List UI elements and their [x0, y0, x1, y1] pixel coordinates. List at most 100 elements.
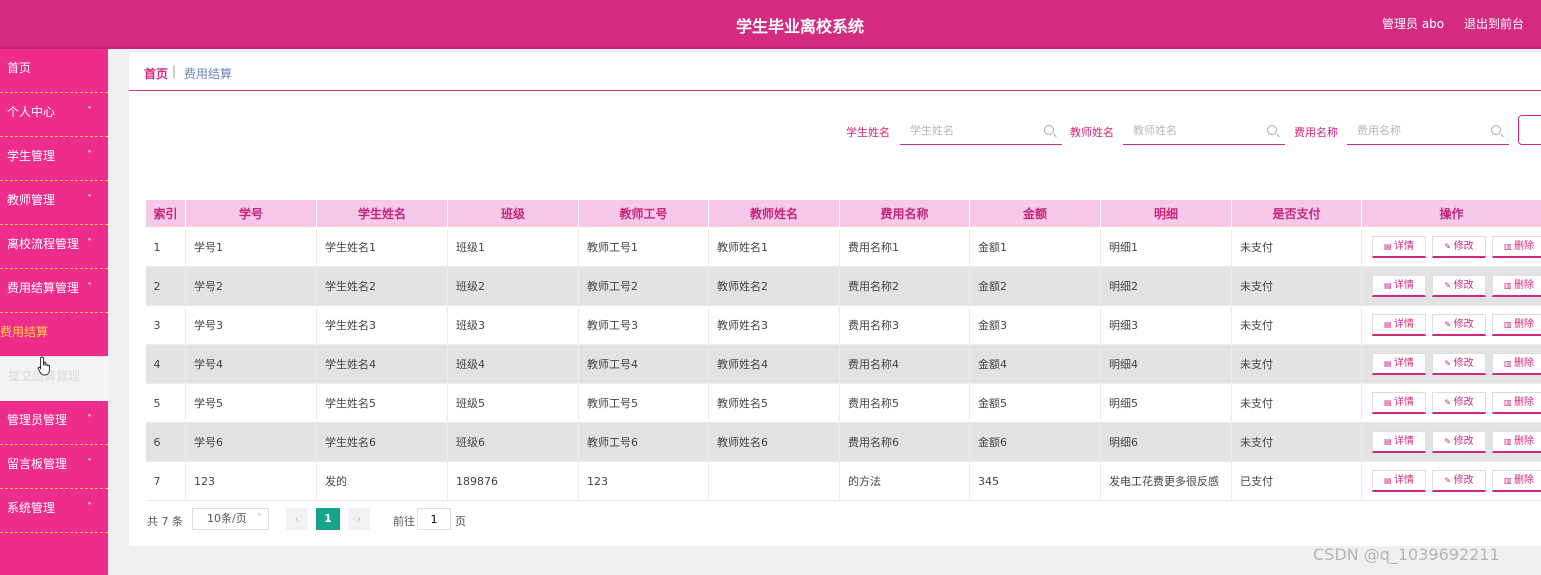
detail-button[interactable]: ▤ 详情 — [1372, 431, 1426, 453]
detail-icon: ▤ — [1383, 476, 1395, 485]
edit-button[interactable]: ✎ 修改 — [1432, 431, 1486, 453]
table-cell: 金额4 — [969, 344, 1101, 384]
edit-button[interactable]: ✎ 修改 — [1432, 314, 1486, 336]
detail-button-label: 详情 — [1394, 397, 1415, 408]
chevron-up-icon: ˄ — [87, 282, 92, 293]
delete-button[interactable]: ▥ 删除 — [1492, 314, 1541, 336]
chevron-down-icon: ˅ — [87, 502, 92, 513]
table-cell: 明细2 — [1100, 266, 1232, 306]
delete-button[interactable]: ▥ 删除 — [1492, 431, 1541, 453]
table-row: 6 学号6 学生姓名6 班级6 教师工号6 教师姓名6 费用名称6 金额6 明细6 未支付 ▤ 详情… — [145, 422, 1541, 462]
edit-button[interactable]: ✎ 修改 — [1432, 275, 1486, 297]
detail-icon: ▤ — [1383, 281, 1395, 290]
search-button[interactable] — [1518, 115, 1541, 145]
table-row: 7 123 发的 189876 123 的方法 345 发电工花费更多很反感 已支付 ▤ 详情 ✎ … — [145, 461, 1541, 501]
prev-page-button[interactable]: ‹ — [286, 508, 308, 530]
admin-user-label: 管理员 abo — [1382, 17, 1445, 31]
table-cell: 未支付 — [1231, 422, 1362, 462]
sidebar-item-personal-center[interactable]: 个人中心 ˅ — [0, 93, 108, 137]
table-cell: 3 — [145, 305, 186, 345]
column-header: 索引 — [145, 199, 186, 228]
detail-button-label: 详情 — [1394, 319, 1415, 330]
sidebar-item-leaving-process[interactable]: 离校流程管理 ˅ — [0, 225, 108, 269]
sidebar-item-home[interactable]: 首页 — [0, 49, 108, 93]
table-cell: 未支付 — [1231, 344, 1362, 384]
fee-name-search-label: 费用名称 — [1294, 126, 1338, 139]
column-header: 是否支付 — [1231, 199, 1362, 228]
table-cell: 学生姓名5 — [316, 383, 448, 423]
sidebar-item-student-management[interactable]: 学生管理 ˅ — [0, 137, 108, 181]
fee-name-search-box — [1347, 116, 1509, 145]
delete-button[interactable]: ▥ 删除 — [1492, 392, 1541, 414]
chevron-down-icon: ˅ — [87, 150, 92, 161]
detail-button[interactable]: ▤ 详情 — [1372, 275, 1426, 297]
column-header: 教师工号 — [578, 199, 709, 228]
sidebar-item-teacher-management[interactable]: 教师管理 ˅ — [0, 181, 108, 225]
column-header: 操作 — [1361, 199, 1541, 228]
table-cell: 费用名称5 — [839, 383, 970, 423]
student-name-search-box — [900, 116, 1062, 145]
sidebar-item-label: 教师管理 — [7, 193, 56, 207]
breadcrumb-home-link[interactable]: 首页 — [144, 65, 168, 82]
detail-button[interactable]: ▤ 详情 — [1372, 236, 1426, 258]
sidebar-item-fee-settlement-management[interactable]: 费用结算管理 ˄ — [0, 269, 108, 313]
table-cell: 6 — [145, 422, 186, 462]
delete-button[interactable]: ▥ 删除 — [1492, 470, 1541, 492]
edit-button-label: 修改 — [1453, 241, 1474, 252]
table-row: 4 学号4 学生姓名4 班级4 教师工号4 教师姓名4 费用名称4 金额4 明细4 未支付 ▤ 详情… — [145, 344, 1541, 384]
page-size-select[interactable]: 10条/页 ˅ — [192, 508, 269, 530]
table-row: 3 学号3 学生姓名3 班级3 教师工号3 教师姓名3 费用名称3 金额3 明细3 未支付 ▤ 详情… — [145, 305, 1541, 345]
edit-button[interactable]: ✎ 修改 — [1432, 353, 1486, 375]
delete-button[interactable]: ▥ 删除 — [1492, 275, 1541, 297]
detail-button[interactable]: ▤ 详情 — [1372, 314, 1426, 336]
sidebar-item-message-board[interactable]: 留言板管理 ˅ — [0, 445, 108, 489]
exit-to-frontend-link[interactable]: 退出到前台 — [1464, 15, 1524, 32]
next-page-button[interactable]: › — [348, 508, 370, 530]
column-header: 明细 — [1100, 199, 1232, 228]
edit-icon: ✎ — [1444, 398, 1454, 407]
sidebar-item-system-management[interactable]: 系统管理 ˅ — [0, 489, 108, 533]
edit-button[interactable]: ✎ 修改 — [1432, 236, 1486, 258]
teacher-name-search-label: 教师姓名 — [1070, 126, 1114, 139]
table-row: 1 学号1 学生姓名1 班级1 教师工号1 教师姓名1 费用名称1 金额1 明细1 未支付 ▤ 详情… — [145, 227, 1541, 267]
fee-name-search-input[interactable] — [1347, 116, 1489, 144]
table-cell: 明细4 — [1100, 344, 1232, 384]
table-cell: 发的 — [316, 461, 448, 501]
detail-icon: ▤ — [1383, 242, 1395, 251]
table-cell: 1 — [145, 227, 186, 267]
edit-icon: ✎ — [1444, 281, 1454, 290]
detail-button-label: 详情 — [1394, 241, 1415, 252]
table-cell: 班级6 — [447, 422, 579, 462]
table-cell: 班级2 — [447, 266, 579, 306]
sidebar-subitem-fee-settlement[interactable]: 费用结算 — [0, 313, 108, 357]
table-cell: 费用名称2 — [839, 266, 970, 306]
table-cell: 123 — [185, 461, 317, 501]
delete-button-label: 删除 — [1514, 280, 1535, 291]
detail-icon: ▤ — [1383, 320, 1395, 329]
sidebar-item-label: 学生管理 — [7, 149, 56, 163]
table-actions-cell: ▤ 详情 ✎ 修改 ▥ 删除 — [1361, 305, 1541, 345]
delete-button-label: 删除 — [1514, 241, 1535, 252]
goto-page-input[interactable] — [417, 508, 451, 530]
breadcrumb-separator: | — [172, 64, 177, 78]
detail-button[interactable]: ▤ 详情 — [1372, 353, 1426, 375]
table-actions-cell: ▤ 详情 ✎ 修改 ▥ 删除 — [1361, 266, 1541, 306]
table-cell: 未支付 — [1231, 227, 1362, 267]
table-cell: 345 — [969, 461, 1101, 501]
delete-button-label: 删除 — [1514, 475, 1535, 486]
delete-icon: ▥ — [1503, 242, 1515, 251]
student-name-search-input[interactable] — [900, 116, 1042, 144]
main-content: 首页 | 费用结算 学生姓名 教师姓名 费用名称 索引学号学生姓名班级教师工号教… — [129, 52, 1541, 546]
page-number-button[interactable]: 1 — [316, 508, 340, 530]
teacher-name-search-input[interactable] — [1123, 116, 1265, 144]
sidebar-item-admin-management[interactable]: 管理员管理 ˅ — [0, 401, 108, 445]
edit-button[interactable]: ✎ 修改 — [1432, 392, 1486, 414]
sidebar-subitem-submit-settlement[interactable]: 提交结算管理 — [0, 357, 108, 401]
table-cell: 金额5 — [969, 383, 1101, 423]
delete-button[interactable]: ▥ 删除 — [1492, 236, 1541, 258]
detail-button[interactable]: ▤ 详情 — [1372, 392, 1426, 414]
detail-button[interactable]: ▤ 详情 — [1372, 470, 1426, 492]
edit-button[interactable]: ✎ 修改 — [1432, 470, 1486, 492]
table-cell: 教师姓名3 — [708, 305, 840, 345]
delete-button[interactable]: ▥ 删除 — [1492, 353, 1541, 375]
